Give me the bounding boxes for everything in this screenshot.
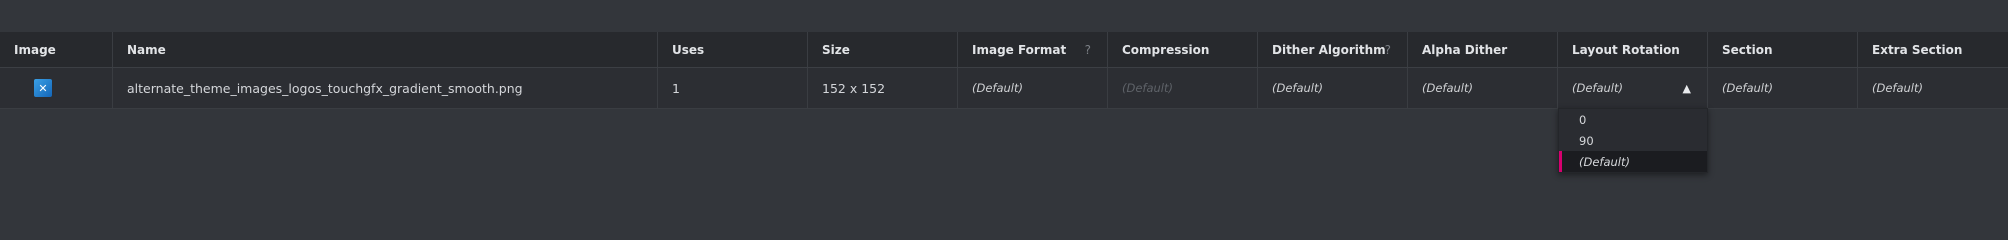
table-header-row: Image Name Uses Size Image Format? Compr… [0,32,2008,68]
column-header-image[interactable]: Image [0,32,113,67]
column-header-label: Image [14,42,56,57]
uses-cell: 1 [658,68,808,108]
column-header-dither-algorithm[interactable]: Dither Algorithm? [1258,32,1408,67]
column-header-name[interactable]: Name [113,32,658,67]
chevron-up-icon[interactable]: ▲ [1683,82,1691,95]
layout-rotation-select[interactable]: (Default) ▲ [1558,68,1708,108]
help-icon[interactable]: ? [1385,43,1391,57]
section-cell[interactable]: (Default) [1708,68,1858,108]
dither-algorithm-value: (Default) [1272,81,1323,95]
size-value: 152 x 152 [822,80,886,96]
uses-value: 1 [672,80,680,96]
image-format-value: (Default) [972,81,1023,95]
compression-value: (Default) [1122,81,1173,95]
image-format-cell[interactable]: (Default) [958,68,1108,108]
layout-rotation-dropdown: 0 90 (Default) [1558,108,1708,173]
column-header-uses[interactable]: Uses [658,32,808,67]
column-header-alpha-dither[interactable]: Alpha Dither [1408,32,1558,67]
alpha-dither-value: (Default) [1422,81,1473,95]
image-name-cell: alternate_theme_images_logos_touchgfx_gr… [113,68,658,108]
image-thumbnail-cell: ✕ [0,68,113,108]
column-header-label: Extra Section [1872,42,1963,57]
extra-section-value: (Default) [1872,81,1923,95]
column-header-section[interactable]: Section [1708,32,1858,67]
column-header-extra-section[interactable]: Extra Section [1858,32,2008,67]
compression-cell: (Default) [1108,68,1258,108]
column-header-label: Section [1722,42,1773,57]
size-cell: 152 x 152 [808,68,958,108]
column-header-image-format[interactable]: Image Format? [958,32,1108,67]
dropdown-option-90[interactable]: 90 [1559,130,1707,151]
x-logo-icon: ✕ [34,79,52,97]
column-header-label: Image Format [972,42,1067,57]
column-header-layout-rotation[interactable]: Layout Rotation [1558,32,1708,67]
alpha-dither-cell[interactable]: (Default) [1408,68,1558,108]
column-header-label: Alpha Dither [1422,42,1508,57]
column-header-compression[interactable]: Compression [1108,32,1258,67]
column-header-label: Compression [1122,42,1210,57]
column-header-label: Uses [672,42,705,57]
table-row[interactable]: ✕ alternate_theme_images_logos_touchgfx_… [0,68,2008,109]
column-header-label: Size [822,42,850,57]
help-icon[interactable]: ? [1085,43,1091,57]
image-name: alternate_theme_images_logos_touchgfx_gr… [127,80,523,96]
dither-algorithm-cell[interactable]: (Default) [1258,68,1408,108]
image-table: Image Name Uses Size Image Format? Compr… [0,32,2008,109]
extra-section-cell[interactable]: (Default) [1858,68,2008,108]
dropdown-option-default[interactable]: (Default) [1559,151,1707,172]
column-header-label: Dither Algorithm [1272,42,1386,57]
column-header-label: Name [127,42,166,57]
column-header-size[interactable]: Size [808,32,958,67]
toolbar-area [0,0,2008,32]
column-header-label: Layout Rotation [1572,42,1680,57]
layout-rotation-value: (Default) [1572,81,1623,95]
section-value: (Default) [1722,81,1773,95]
dropdown-option-0[interactable]: 0 [1559,109,1707,130]
